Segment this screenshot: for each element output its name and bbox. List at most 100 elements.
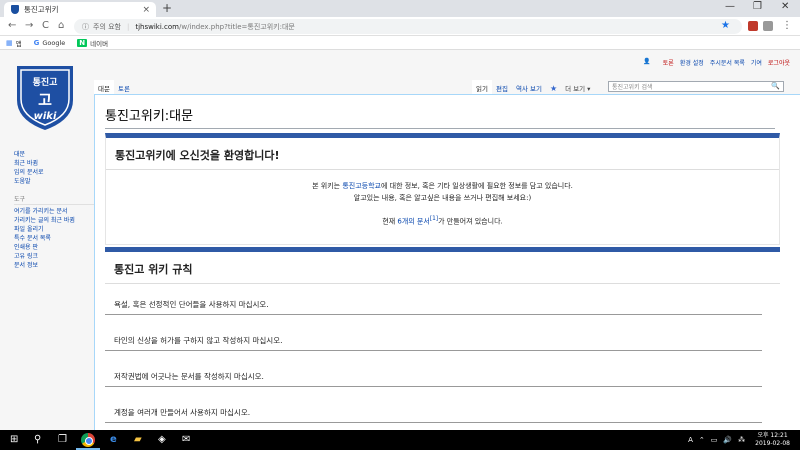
volume-icon[interactable]: 🔊 <box>723 436 732 444</box>
bookmark-naver[interactable]: N 네이버 <box>77 38 108 48</box>
contributions-link[interactable]: 기여 <box>751 58 762 67</box>
rule-item: 타인의 신상을 허가를 구하지 않고 작성하지 마십시오. <box>105 330 762 351</box>
reference-link[interactable]: [1] <box>430 216 438 222</box>
store-icon[interactable]: ◈ <box>158 434 166 445</box>
watchlist-link[interactable]: 주시문서 목록 <box>710 58 745 67</box>
site-info-icon[interactable]: ⓘ <box>82 22 89 32</box>
sidebar-item-recent-changes[interactable]: 최근 바뀜 <box>14 159 94 168</box>
browser-menu-icon[interactable]: ⋮ <box>782 20 792 31</box>
count-pre: 현재 <box>382 217 398 226</box>
wiki-logo-icon[interactable]: 통진고 고 wiki <box>12 62 78 132</box>
input-icon[interactable]: A <box>688 436 693 444</box>
search-input[interactable]: 통진고위키 검색 🔍 <box>608 81 784 92</box>
back-icon[interactable]: ← <box>8 20 16 31</box>
tab-close-icon[interactable]: × <box>142 5 150 15</box>
wiki-page: 통진고 고 wiki 👤 토론 환경 설정 주시문서 목록 기여 로그아웃 대문… <box>0 50 800 430</box>
bookmark-label: 앱 <box>15 39 22 48</box>
sidebar-item-upload[interactable]: 파일 올리기 <box>14 225 94 234</box>
url-host: tjhswiki.com <box>135 22 179 31</box>
minimize-icon[interactable]: — <box>725 1 735 12</box>
preferences-link[interactable]: 환경 설정 <box>680 58 704 67</box>
tab-title: 통진고위키 <box>24 5 59 14</box>
article-count: 현재 6개의 문서[1]가 만들어져 있습니다. <box>106 216 779 226</box>
sidebar-item-random[interactable]: 임의 문서로 <box>14 168 94 177</box>
task-view-icon[interactable]: ❐ <box>58 434 67 445</box>
omnibox-divider: | <box>127 22 130 31</box>
browser-tab[interactable]: 통진고위키 × <box>4 2 156 17</box>
start-icon[interactable]: ⊞ <box>10 434 18 445</box>
welcome-text: 본 위키는 통진고등학교에 대한 정보, 혹은 기타 일상생활에 필요한 정보를… <box>106 180 779 204</box>
sidebar-tools-heading: 도구 <box>14 194 94 205</box>
wiki-favicon-icon <box>11 5 19 14</box>
naver-icon: N <box>77 38 88 47</box>
bookmark-label: Google <box>42 38 66 47</box>
browser-toolbar: ← → C ⌂ ⓘ 주의 요함 | tjhswiki.com/w/index.p… <box>0 17 800 36</box>
sidebar-item-help[interactable]: 도움말 <box>14 177 94 186</box>
file-explorer-icon[interactable]: ▰ <box>134 434 142 445</box>
sidebar-item-what-links-here[interactable]: 여기를 가리키는 문서 <box>14 207 94 216</box>
clock-time: 오후 12:21 <box>757 432 788 439</box>
taskbar: ⊞ ⚲ ❐ e ▰ ◈ ✉ A ⌃ ▭ 🔊 ⁂ 오후 12:21 2019-02… <box>0 430 800 450</box>
bookmark-google[interactable]: G Google <box>34 39 66 47</box>
logo-bottom-text: wiki <box>34 111 57 122</box>
search-icon[interactable]: ⚲ <box>34 434 41 445</box>
ime-icon[interactable]: ⁂ <box>738 436 745 444</box>
google-icon: G <box>33 38 40 47</box>
sidebar-item-special-pages[interactable]: 특수 문서 목록 <box>14 234 94 243</box>
browser-tab-strip: 통진고위키 × + — ❐ ✕ <box>0 0 800 17</box>
sidebar-item-print[interactable]: 인쇄용 판 <box>14 243 94 252</box>
security-label: 주의 요함 <box>93 22 121 31</box>
logo-mid-text: 고 <box>38 91 52 109</box>
mail-icon[interactable]: ✉ <box>182 434 190 445</box>
forward-icon[interactable]: → <box>25 20 33 31</box>
personal-talk-link[interactable]: 토론 <box>663 58 674 67</box>
url-path: /w/index.php?title=통진고위키:대문 <box>178 22 295 31</box>
url-text: tjhswiki.com/w/index.php?title=통진고위키:대문 <box>135 22 294 32</box>
window-close-icon[interactable]: ✕ <box>781 1 789 12</box>
bookmark-apps[interactable]: ▦ 앱 <box>6 38 22 48</box>
welcome-line2: 알고있는 내용, 혹은 알고싶은 내용을 쓰거나 편집해 보세요:) <box>353 194 532 202</box>
home-icon[interactable]: ⌂ <box>58 20 64 31</box>
logout-link[interactable]: 로그아웃 <box>768 58 790 67</box>
user-icon: 👤 <box>643 58 651 65</box>
welcome-box: 통진고위키에 오신것을 환영합니다! 본 위키는 통진고등학교에 대한 정보, … <box>105 133 780 245</box>
extension-icon[interactable] <box>748 21 758 31</box>
bookmark-star-icon[interactable]: ★ <box>721 20 730 31</box>
address-bar[interactable]: ⓘ 주의 요함 | tjhswiki.com/w/index.php?title… <box>74 19 742 34</box>
sidebar-item-permalink[interactable]: 고유 링크 <box>14 252 94 261</box>
sidebar-item-related-changes[interactable]: 가리키는 글의 최근 바뀜 <box>14 216 94 225</box>
rule-item: 욕설, 혹은 선정적인 단어들을 사용하지 마십시오. <box>105 294 762 315</box>
welcome-line1-post: 에 대한 정보, 혹은 기타 일상생활에 필요한 정보를 담고 있습니다. <box>380 182 573 190</box>
edge-icon[interactable]: e <box>110 434 117 445</box>
chrome-icon[interactable] <box>81 433 95 447</box>
rule-item: 저작권법에 어긋나는 문서를 작성하지 마십시오. <box>105 366 762 387</box>
clock-date: 2019-02-08 <box>755 440 790 447</box>
content-area: 통진고위키:대문 통진고위키에 오신것을 환영합니다! 본 위키는 통진고등학교… <box>94 94 800 430</box>
new-tab-button[interactable]: + <box>162 1 172 15</box>
rules-box: 통진고 위키 규칙 욕설, 혹은 선정적인 단어들을 사용하지 마십시오. 타인… <box>105 247 780 430</box>
rule-item: 계정을 여러개 만들어서 사용하지 마십시오. <box>105 402 762 423</box>
sidebar: 대문 최근 바뀜 임의 문서로 도움말 도구 여기를 가리키는 문서 가리키는 … <box>14 150 94 270</box>
clock[interactable]: 오후 12:21 2019-02-08 <box>755 432 790 448</box>
search-placeholder: 통진고위키 검색 <box>612 84 653 91</box>
welcome-line1-pre: 본 위키는 <box>312 182 343 190</box>
battery-icon[interactable]: ▭ <box>711 436 718 444</box>
search-icon[interactable]: 🔍 <box>771 82 780 90</box>
school-link[interactable]: 통진고등학교 <box>342 182 381 190</box>
welcome-heading: 통진고위키에 오신것을 환영합니다! <box>106 138 779 170</box>
maximize-icon[interactable]: ❐ <box>753 1 762 12</box>
article-count-link[interactable]: 6개의 문서 <box>397 217 429 225</box>
bookmarks-bar: ▦ 앱 G Google N 네이버 <box>0 36 800 50</box>
tray-chevron-icon[interactable]: ⌃ <box>699 436 705 444</box>
extension-icon[interactable] <box>763 21 773 31</box>
sidebar-item-page-info[interactable]: 문서 정보 <box>14 261 94 270</box>
rules-heading: 통진고 위키 규칙 <box>105 252 780 284</box>
personal-tools: 👤 토론 환경 설정 주시문서 목록 기여 로그아웃 <box>637 58 790 67</box>
sidebar-item-main-page[interactable]: 대문 <box>14 150 94 159</box>
logo-top-text: 통진고 <box>33 76 58 88</box>
reload-icon[interactable]: C <box>42 20 49 31</box>
bookmark-label: 네이버 <box>90 39 109 48</box>
page-title: 통진고위키:대문 <box>105 95 775 129</box>
system-tray: A ⌃ ▭ 🔊 ⁂ 오후 12:21 2019-02-08 <box>682 432 790 448</box>
count-post: 가 만들어져 있습니다. <box>438 217 503 226</box>
